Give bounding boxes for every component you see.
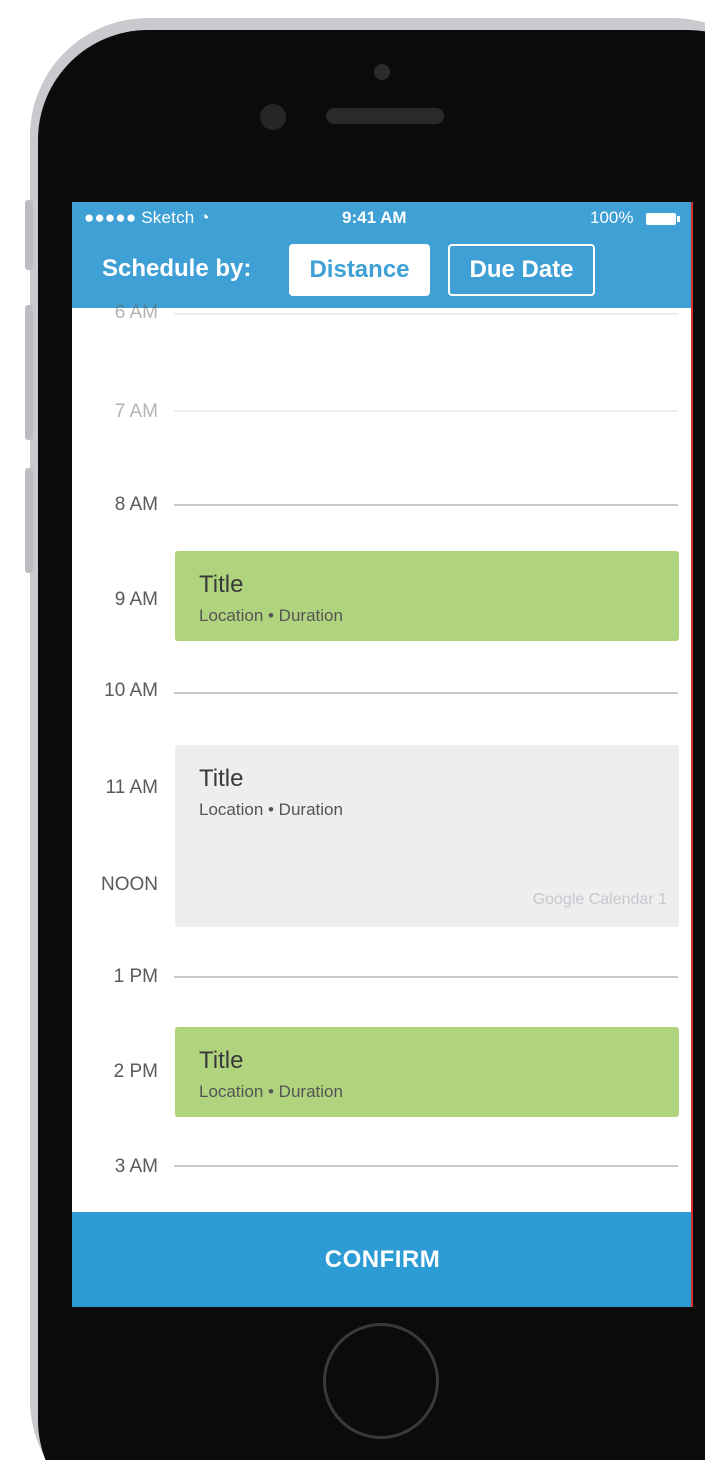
due-date-button[interactable]: Due Date <box>448 244 595 296</box>
home-button[interactable] <box>323 1323 439 1439</box>
hour-label: 3 AM <box>114 1156 158 1177</box>
event-card[interactable]: Title Location • Duration <box>175 1027 679 1117</box>
hour-line <box>174 1165 678 1167</box>
battery-percent: 100% <box>590 208 634 227</box>
hour-line <box>174 313 678 315</box>
hour-label: 6 AM <box>114 302 158 323</box>
header-bar: ●●●●● Sketch ◔ 9:41 AM 100% Schedule by:… <box>72 202 691 308</box>
device-stage: ●●●●● Sketch ◔ 9:41 AM 100% Schedule by:… <box>0 0 705 1460</box>
event-calendar-label: Google Calendar 1 <box>532 891 667 908</box>
event-title: Title <box>199 765 244 792</box>
hour-label: 9 AM <box>114 589 158 610</box>
carrier-label: ●●●●● Sketch ◔ <box>84 208 210 227</box>
event-card[interactable]: Title Location • Duration <box>175 551 679 641</box>
app-screen: ●●●●● Sketch ◔ 9:41 AM 100% Schedule by:… <box>72 202 693 1307</box>
hour-line <box>174 976 678 978</box>
hour-label: 2 PM <box>113 1061 158 1082</box>
hour-label: 11 AM <box>105 777 158 798</box>
schedule-by-label: Schedule by: <box>102 255 252 282</box>
event-title: Title <box>199 571 244 598</box>
volume-down-button <box>25 468 33 573</box>
distance-button[interactable]: Distance <box>289 244 430 296</box>
front-camera-icon <box>260 104 286 130</box>
hour-line <box>174 504 678 506</box>
event-subtitle: Location • Duration <box>199 606 343 625</box>
event-subtitle: Location • Duration <box>199 1082 343 1101</box>
battery-icon <box>646 213 676 225</box>
event-card[interactable]: Title Location • Duration Google Calenda… <box>175 745 679 927</box>
earpiece-speaker <box>326 108 444 124</box>
battery-tip <box>677 216 680 222</box>
hour-label: 7 AM <box>114 401 158 422</box>
hour-label: NOON <box>101 874 158 895</box>
camera-icon <box>374 64 390 80</box>
mute-switch <box>25 200 33 270</box>
calendar-timeline[interactable]: 6 AM 7 AM 8 AM Title Location • Duration… <box>72 302 691 1307</box>
event-subtitle: Location • Duration <box>199 800 343 819</box>
hour-line <box>174 692 678 694</box>
hour-label: 10 AM <box>104 680 158 701</box>
status-time: 9:41 AM <box>342 208 407 227</box>
volume-up-button <box>25 305 33 440</box>
wifi-icon: ◔ <box>199 208 210 227</box>
event-title: Title <box>199 1047 244 1074</box>
confirm-button[interactable]: CONFIRM <box>72 1212 691 1307</box>
hour-label: 1 PM <box>113 966 158 987</box>
status-bar: ●●●●● Sketch ◔ 9:41 AM 100% <box>72 202 691 234</box>
hour-label: 8 AM <box>114 494 158 515</box>
hour-line <box>174 410 678 412</box>
